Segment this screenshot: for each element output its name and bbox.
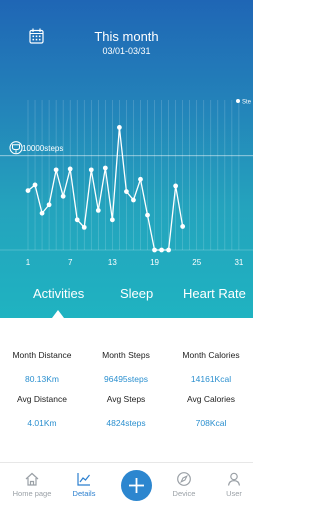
chart-grid: [0, 100, 253, 251]
data-point: [109, 217, 115, 223]
data-point: [102, 165, 108, 171]
stat-label: Month Steps: [102, 350, 150, 360]
data-point: [180, 224, 186, 229]
x-axis-ticks: 1 7 13 19 25 31: [26, 258, 244, 267]
nav-device-label: Device: [172, 489, 196, 498]
x-tick-label: 1: [26, 258, 31, 267]
stat-avg-calories: Avg Calories 708Kcal: [169, 394, 253, 428]
stat-value: 4824steps: [106, 418, 146, 428]
nav-home[interactable]: Home page: [7, 471, 57, 498]
data-point: [173, 183, 179, 189]
stat-month-calories: Month Calories 14161Kcal: [169, 350, 253, 384]
data-point: [95, 208, 101, 213]
x-tick-label: 13: [108, 258, 117, 267]
tab-sleep[interactable]: Sleep: [120, 286, 153, 301]
tab-heart-rate[interactable]: Heart Rate: [183, 286, 246, 301]
data-point: [46, 202, 52, 208]
active-tab-indicator: [52, 310, 64, 318]
data-point: [145, 212, 150, 218]
trophy-cup: [12, 144, 20, 153]
nav-device[interactable]: Device: [159, 471, 209, 498]
nav-details[interactable]: Details: [59, 471, 109, 498]
data-point: [159, 247, 164, 253]
data-point: [131, 197, 136, 203]
stat-month-distance: Month Distance 80.13Km: [0, 350, 84, 384]
steps-chart: 10000steps Ste 1 7 13 19 25 31: [0, 99, 253, 267]
data-point: [53, 167, 59, 173]
stat-value: 14161Kcal: [190, 374, 232, 384]
user-icon: [227, 472, 241, 486]
data-point: [39, 210, 45, 216]
x-tick-label: 25: [192, 258, 201, 267]
stat-label: Avg Distance: [17, 394, 67, 404]
tab-activities[interactable]: Activities: [33, 286, 84, 301]
chart-icon: [77, 473, 90, 486]
data-point: [166, 247, 172, 253]
app: This month 03/01-03/31 10000steps Ste 1 7…: [0, 0, 253, 509]
page-title: This month: [94, 29, 159, 44]
stat-label: Avg Steps: [106, 394, 146, 404]
stat-label: Avg Calories: [186, 394, 236, 404]
stat-value: 4.01Km: [27, 418, 57, 428]
nav-home-label: Home page: [12, 489, 52, 498]
stat-value: 80.13Km: [24, 374, 60, 384]
plus-icon: [129, 478, 144, 493]
stat-month-steps: Month Steps 96495steps: [84, 350, 168, 384]
data-point: [152, 247, 157, 253]
chart-legend: Ste: [236, 99, 252, 106]
date-range: 03/01-03/31: [102, 46, 151, 56]
legend-label: Ste: [242, 100, 252, 106]
nav-user[interactable]: User: [209, 471, 259, 498]
x-tick-label: 19: [150, 258, 159, 267]
data-point: [25, 188, 31, 193]
legend-dot: [236, 99, 240, 103]
stat-avg-steps: Avg Steps 4824steps: [84, 394, 168, 428]
data-point: [32, 182, 38, 188]
data-point: [74, 217, 80, 223]
x-tick-label: 31: [234, 258, 243, 267]
activity-header: This month 03/01-03/31 10000steps Ste 1 7…: [0, 0, 253, 318]
nav-details-label: Details: [72, 489, 96, 498]
stat-value: 96495steps: [104, 374, 148, 384]
data-point: [67, 166, 73, 172]
home-icon: [25, 472, 39, 486]
data-point: [81, 224, 87, 230]
tab-bar: Activities Sleep Heart Rate: [0, 286, 253, 310]
stat-avg-distance: Avg Distance 4.01Km: [0, 394, 84, 428]
data-point: [88, 167, 94, 173]
x-tick-label: 7: [68, 258, 73, 267]
add-button[interactable]: [121, 470, 152, 501]
stat-label: Month Calories: [182, 350, 240, 360]
data-point: [60, 193, 66, 199]
stat-label: Month Distance: [12, 350, 72, 360]
nav-user-label: User: [226, 489, 242, 498]
data-point: [116, 125, 122, 130]
data-point: [138, 176, 143, 182]
compass-icon: [177, 472, 191, 486]
data-point: [124, 189, 129, 194]
goal-label: 10000steps: [22, 144, 63, 153]
stat-value: 708Kcal: [195, 418, 227, 428]
